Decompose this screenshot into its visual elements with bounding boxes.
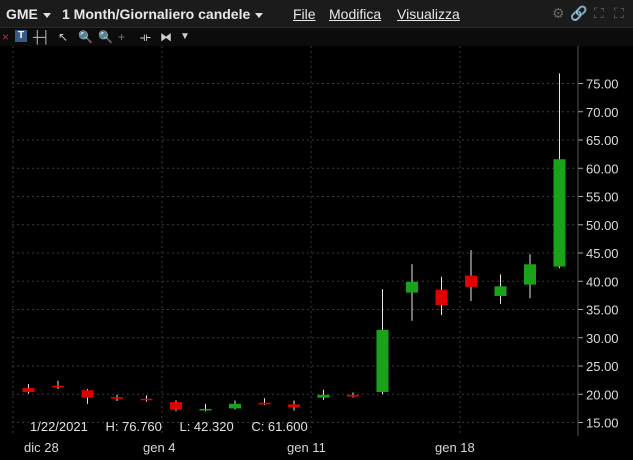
scale-icon[interactable]: ⧓ bbox=[160, 29, 172, 45]
cursor-icon[interactable]: ↖ bbox=[58, 29, 68, 45]
readout-date: 1/22/2021 bbox=[30, 419, 88, 434]
chevron-down-icon bbox=[42, 12, 51, 18]
y-tick-label: 50.00 bbox=[586, 218, 619, 233]
ohlc-readout: 1/22/2021 H: 76.760 L: 42.320 C: 61.600 bbox=[30, 419, 322, 434]
candle-body bbox=[376, 329, 389, 392]
x-tick-label: dic 28 bbox=[24, 440, 59, 455]
candle-body bbox=[465, 275, 477, 287]
candle-body bbox=[140, 398, 153, 401]
y-tick-label: 75.00 bbox=[586, 77, 619, 92]
close-icon[interactable]: × bbox=[2, 29, 9, 45]
y-tick-label: 65.00 bbox=[586, 133, 619, 148]
dropdown-icon[interactable]: ▼ bbox=[180, 29, 190, 45]
menu-visualizza[interactable]: Visualizza bbox=[397, 6, 460, 22]
x-tick-label: gen 18 bbox=[435, 440, 475, 455]
gear-icon[interactable]: ⚙ bbox=[552, 5, 565, 22]
candle-body bbox=[406, 281, 418, 293]
readout-close: C: 61.600 bbox=[251, 419, 308, 434]
menu-file[interactable]: File bbox=[293, 6, 316, 22]
y-tick-label: 70.00 bbox=[586, 105, 619, 120]
expand-icon[interactable]: ⛶ bbox=[594, 5, 604, 22]
candle-body bbox=[81, 390, 94, 398]
zoom-out-icon[interactable]: 🔍 bbox=[98, 29, 113, 45]
chart-toolbar: × T ┼┤ ↖ 🔍 🔍 + ⟛ ⧓ ▼ bbox=[0, 28, 633, 46]
y-tick-label: 20.00 bbox=[586, 387, 619, 402]
candle-body bbox=[258, 402, 271, 405]
x-tick-label: gen 4 bbox=[143, 440, 176, 455]
candle-body bbox=[288, 404, 300, 408]
chevron-down-icon bbox=[255, 12, 264, 18]
candle-body bbox=[111, 397, 123, 399]
readout-low: L: 42.320 bbox=[179, 419, 234, 434]
y-tick-label: 30.00 bbox=[586, 331, 619, 346]
x-tick-label: gen 11 bbox=[287, 440, 326, 455]
candle-body bbox=[52, 385, 64, 388]
menu-modifica[interactable]: Modifica bbox=[329, 6, 381, 22]
x-axis: dic 28 gen 4 gen 11 gen 18 bbox=[0, 436, 633, 460]
readout-high: H: 76.760 bbox=[105, 419, 162, 434]
y-tick-label: 55.00 bbox=[586, 190, 619, 205]
symbol-label: GME bbox=[6, 6, 38, 22]
symbol-selector[interactable]: GME bbox=[6, 6, 51, 22]
y-tick-label: 35.00 bbox=[586, 303, 619, 318]
y-tick-label: 45.00 bbox=[586, 246, 619, 261]
crosshair-icon[interactable]: + bbox=[118, 29, 125, 45]
menu-bar: GME 1 Month/Giornaliero candele File Mod… bbox=[0, 0, 633, 28]
bar-icon[interactable]: ┼┤ bbox=[33, 29, 50, 45]
candle-body bbox=[170, 402, 182, 410]
y-tick-label: 40.00 bbox=[586, 274, 619, 289]
y-tick-label: 15.00 bbox=[586, 416, 619, 431]
candle-body bbox=[317, 394, 330, 398]
candle-body bbox=[435, 289, 448, 305]
period-selector[interactable]: 1 Month/Giornaliero candele bbox=[62, 6, 264, 22]
period-label: 1 Month/Giornaliero candele bbox=[62, 6, 251, 22]
candle-body bbox=[229, 403, 241, 409]
candle-body bbox=[347, 394, 359, 397]
candle-body bbox=[22, 388, 35, 392]
candle-body bbox=[199, 408, 212, 411]
y-tick-label: 60.00 bbox=[586, 161, 619, 176]
candle-body bbox=[494, 286, 507, 296]
window-icon[interactable]: ⛶ bbox=[614, 5, 624, 22]
fit-icon[interactable]: ⟛ bbox=[140, 29, 151, 45]
y-tick-label: 25.00 bbox=[586, 359, 619, 374]
zoom-in-icon[interactable]: 🔍 bbox=[78, 29, 93, 45]
link-icon[interactable]: 🔗 bbox=[570, 5, 587, 22]
candle-body bbox=[553, 159, 566, 267]
text-icon[interactable]: T bbox=[15, 30, 27, 42]
candle-body bbox=[524, 264, 536, 285]
candlestick-chart[interactable]: 15.00 20.00 25.00 30.00 35.00 40.00 45.00 50.00… bbox=[0, 46, 633, 436]
